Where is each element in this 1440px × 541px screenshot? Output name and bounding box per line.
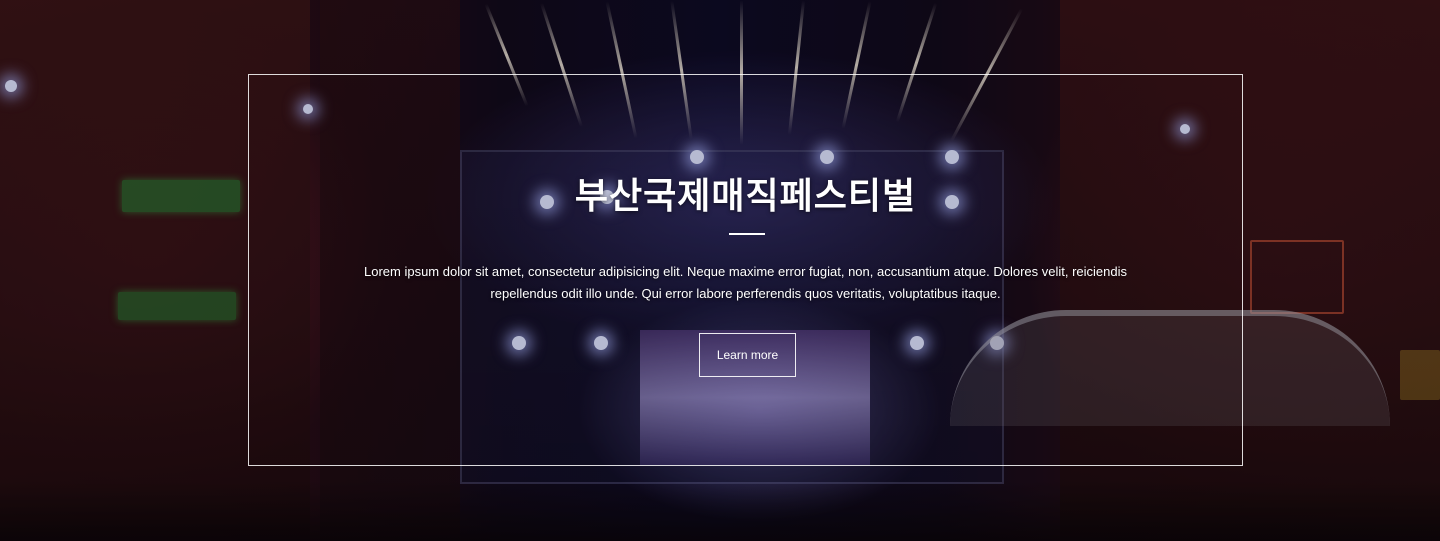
hero-section: 부산국제매직페스티벌 Lorem ipsum dolor sit amet, c… — [0, 0, 1440, 541]
learn-more-button[interactable]: Learn more — [699, 333, 796, 377]
hero-description: Lorem ipsum dolor sit amet, consectetur … — [363, 264, 1128, 301]
title-divider — [729, 233, 765, 235]
hero-content-frame: 부산국제매직페스티벌 Lorem ipsum dolor sit amet, c… — [248, 74, 1243, 466]
hero-title: 부산국제매직페스티벌 — [574, 176, 917, 217]
